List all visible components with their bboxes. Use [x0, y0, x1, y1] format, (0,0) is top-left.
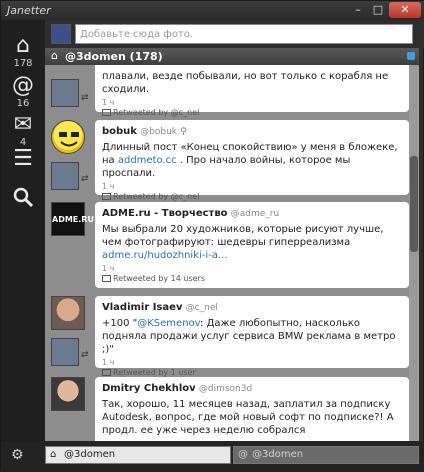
tweet-header: Vladimir Isaev @c_nel	[102, 301, 402, 315]
column-settings-icon[interactable]	[407, 52, 415, 60]
minimize-button[interactable]: –	[348, 2, 368, 18]
location-pin-icon: ⚲	[180, 127, 187, 137]
retweet-info: Retweeted by 1 user	[102, 368, 402, 377]
tweet-time: 1 ч	[102, 264, 115, 273]
account-avatar[interactable]	[51, 24, 71, 44]
list-icon: ☰	[13, 146, 33, 171]
author-name[interactable]: ADME.ru - Творчество	[102, 208, 228, 219]
mention-link[interactable]: @KSemenov	[137, 318, 200, 329]
at-sign-icon: @	[238, 449, 248, 460]
bottom-bar: ⚙ ⌂ @3domen @ @3domen	[1, 441, 424, 472]
search-icon	[1, 186, 45, 214]
account-tab-label: @3domen	[252, 449, 304, 460]
maximize-button[interactable]: □	[368, 2, 388, 18]
app-window: Janetter – □ ✕ ⌂ 178 @ 16 ✉ 4 ☰ ⌂	[0, 0, 424, 472]
tweet-header: bobuk @bobuk ⚲	[102, 125, 402, 139]
sidebar-item-home[interactable]: ⌂ 178	[1, 33, 45, 70]
tweet-card[interactable]: плавали, везде побывали, но вот только с…	[95, 65, 409, 117]
avatar[interactable]	[51, 162, 79, 190]
sidebar-item-search[interactable]	[1, 186, 45, 214]
account-tab-mentions[interactable]: @ @3domen	[233, 446, 419, 464]
tweet-text: плавали, везде побывали, но вот только с…	[102, 71, 389, 95]
retweet-icon	[102, 109, 111, 116]
tweet-text: +100 "@KSemenov: Даже любопытно, насколь…	[102, 318, 396, 355]
tweet-time: 1 ч	[102, 98, 115, 107]
retweet-icon: ⇄	[81, 174, 89, 184]
tweet-link[interactable]: adme.ru/hudozhniki-i-a...	[102, 250, 227, 261]
avatar[interactable]	[51, 338, 79, 366]
tweet-time: 1 ч	[102, 182, 115, 191]
column-title: @3domen (178)	[65, 50, 163, 63]
tweet-text: Длинный пост «Конец спокойствию» у меня …	[102, 142, 398, 179]
avatar[interactable]	[51, 296, 85, 330]
retweet-info: Retweeted by @c_nel	[102, 108, 402, 117]
tweet-header: ADME.ru - Творчество @adme_ru	[102, 207, 402, 221]
author-name[interactable]: Vladimir Isaev	[102, 302, 182, 313]
tweet-link[interactable]: addmeto.cc	[118, 155, 177, 166]
account-tab-label: @3domen	[64, 449, 116, 460]
retweet-icon: ⇄	[81, 350, 89, 360]
account-tab[interactable]: ⌂ @3domen	[45, 446, 231, 464]
retweet-icon	[102, 275, 111, 282]
home-icon: ⌂	[50, 449, 57, 460]
tweet-time: 1 ч	[102, 358, 115, 367]
avatar[interactable]	[51, 377, 85, 411]
author-name[interactable]: Dmitry Chekhlov	[102, 383, 196, 394]
avatar[interactable]	[51, 120, 85, 154]
tweet-text: Мы выбрали 20 художников, которые рисуют…	[102, 224, 384, 261]
sidebar-item-lists[interactable]: ☰	[1, 147, 45, 171]
tweet-card[interactable]: Dmitry Chekhlov @dimson3d Так, хорошо, 1…	[95, 377, 409, 441]
at-sign-icon: @	[12, 73, 34, 98]
sidebar-item-mentions[interactable]: @ 16	[1, 73, 45, 110]
tweet-header: Dmitry Chekhlov @dimson3d	[102, 382, 402, 396]
feed-scrollbar[interactable]	[409, 65, 419, 441]
title-bar: Janetter – □ ✕	[1, 1, 424, 20]
sidebar-item-messages[interactable]: ✉ 4	[1, 112, 45, 149]
retweet-icon	[102, 193, 111, 200]
column-header: ⌂ @3domen (178)	[45, 48, 419, 65]
avatar[interactable]	[51, 79, 79, 107]
envelope-icon: ✉	[13, 112, 33, 137]
mentions-count: 16	[16, 98, 30, 109]
compose-bar	[45, 20, 424, 48]
retweet-info: Retweeted by @c_nel	[102, 192, 402, 201]
author-handle[interactable]: @c_nel	[186, 303, 218, 313]
home-count: 178	[13, 58, 33, 69]
sidebar: ⌂ 178 @ 16 ✉ 4 ☰	[1, 20, 45, 441]
author-handle[interactable]: @adme_ru	[231, 209, 279, 219]
author-handle[interactable]: @dimson3d	[199, 384, 252, 394]
gear-icon[interactable]: ⚙	[11, 447, 24, 463]
author-name[interactable]: bobuk	[102, 126, 137, 137]
author-handle[interactable]: @bobuk	[140, 127, 177, 137]
tweet-card[interactable]: Vladimir Isaev @c_nel +100 "@KSemenov: Д…	[95, 296, 409, 377]
scrollbar-thumb[interactable]	[410, 156, 418, 252]
tweet-text: Так, хорошо, 11 месяцев назад, заплатил …	[102, 399, 394, 436]
home-icon: ⌂	[16, 33, 30, 58]
close-button[interactable]: ✕	[389, 2, 421, 18]
retweet-icon	[102, 369, 111, 376]
retweet-icon: ⇄	[81, 93, 89, 103]
tweet-card[interactable]: ADME.ru - Творчество @adme_ru Мы выбрали…	[95, 202, 409, 288]
compose-input[interactable]	[75, 24, 413, 44]
timeline-feed[interactable]: ⇄ плавали, везде побывали, но вот только…	[45, 65, 419, 441]
app-title: Janetter	[7, 4, 51, 17]
tweet-card[interactable]: bobuk @bobuk ⚲ Длинный пост «Конец споко…	[95, 120, 409, 201]
retweet-info: Retweeted by 14 users	[102, 274, 402, 283]
avatar[interactable]: ADME.RU	[51, 202, 94, 236]
home-icon: ⌂	[51, 49, 58, 62]
